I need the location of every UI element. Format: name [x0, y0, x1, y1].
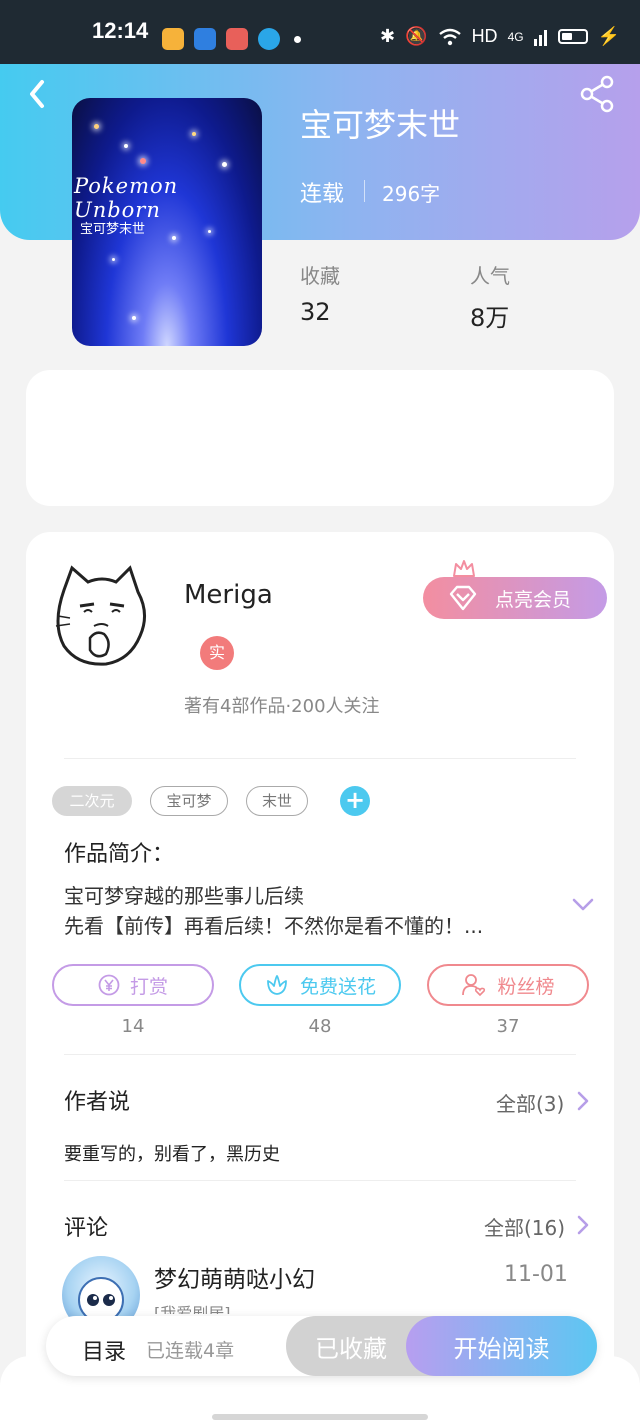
comments-title: 评论 [64, 1216, 109, 1241]
signal-label: 4G [507, 29, 524, 44]
divider [64, 758, 576, 759]
home-indicator[interactable] [212, 1414, 428, 1420]
start-reading-label: 开始阅读 [453, 1334, 550, 1363]
user-heart-icon [462, 974, 486, 997]
game-icon [226, 28, 248, 50]
tip-count: 14 [121, 1016, 145, 1037]
share-button[interactable] [578, 74, 618, 114]
stat-popularity-value: 8万 [470, 304, 510, 332]
cover-title: Pokemon Unborn [74, 174, 179, 222]
stat-favorites-label: 收藏 [300, 264, 340, 288]
status-bar: 12:14 ✱ 🔕 HD 4G ⚡ [0, 0, 640, 64]
intro-title: 作品简介： [64, 842, 175, 867]
author-note: 要重写的，别看了，黑历史 [64, 1144, 280, 1165]
book-status: 连载 [300, 182, 345, 207]
network-label: HD [471, 26, 498, 46]
status-right: ✱ 🔕 HD 4G ⚡ [380, 26, 620, 47]
comment-date: 11-01 [504, 1262, 568, 1287]
flower-count: 48 [308, 1016, 332, 1037]
send-flower-label: 免费送花 [299, 975, 376, 998]
mute-icon: 🔕 [405, 26, 428, 46]
chevron-down-icon[interactable] [570, 892, 596, 918]
add-tag-button[interactable]: + [340, 786, 370, 816]
intro-line: 先看【前传】再看后续！不然你是看不懂的！... [64, 914, 484, 938]
chevron-right-icon[interactable] [576, 1214, 590, 1236]
divider [364, 180, 365, 202]
comment-tag: [我爱剧居] [154, 1304, 231, 1314]
signal-icon [533, 29, 547, 46]
intro-line: 宝可梦穿越的那些事儿后续 [64, 884, 304, 908]
catalog-button[interactable]: 目录 [82, 1334, 126, 1366]
tag-chip[interactable]: 二次元 [52, 786, 132, 816]
fan-ranking-button[interactable]: 粉丝榜 [427, 964, 589, 1006]
send-flower-button[interactable]: 免费送花 [239, 964, 401, 1006]
word-count: 296字 [382, 182, 441, 206]
empty-card [26, 370, 614, 506]
divider [64, 1054, 576, 1055]
cover-subtitle: 宝可梦末世 [80, 222, 146, 237]
back-button[interactable] [20, 74, 60, 114]
notification-dot [294, 36, 301, 43]
tip-label: 打赏 [129, 975, 168, 998]
qq-icon [258, 28, 280, 50]
browser-icon [194, 28, 216, 50]
weibo-icon [162, 28, 184, 50]
battery-icon [557, 29, 588, 44]
fan-ranking-label: 粉丝榜 [497, 975, 555, 998]
start-reading-button[interactable]: 开始阅读 [406, 1316, 597, 1376]
collected-label: 已收藏 [315, 1334, 387, 1363]
stat-favorites-value: 32 [300, 298, 331, 326]
fan-count: 37 [496, 1016, 520, 1037]
commenter-name[interactable]: 梦幻萌萌哒小幻 [154, 1260, 315, 1294]
divider [64, 1180, 576, 1181]
author-avatar[interactable] [50, 560, 154, 668]
comments-more[interactable]: 全部(16) [484, 1212, 565, 1241]
bluetooth-icon: ✱ [380, 26, 396, 46]
author-name[interactable]: Meriga [184, 580, 273, 610]
vip-button-label: 点亮会员 [495, 588, 572, 611]
tip-button[interactable]: 打赏 [52, 964, 214, 1006]
book-title: 宝可梦末世 [300, 106, 461, 144]
author-says-title: 作者说 [64, 1090, 131, 1115]
crown-icon [453, 560, 475, 577]
chevron-right-icon[interactable] [576, 1090, 590, 1112]
tag-chip[interactable]: 宝可梦 [150, 786, 228, 816]
charging-icon: ⚡ [597, 26, 620, 46]
status-time: 12:14 [92, 18, 149, 43]
tag-chip[interactable]: 末世 [246, 786, 308, 816]
wifi-icon [438, 28, 461, 45]
flower-icon [267, 975, 287, 995]
author-meta: 著有4部作品·200人关注 [184, 696, 380, 717]
author-says-more[interactable]: 全部(3) [496, 1088, 564, 1117]
verified-badge: 实 [200, 636, 234, 670]
diamond-icon [449, 585, 477, 611]
yen-icon [98, 974, 120, 996]
stat-popularity-label: 人气 [470, 264, 510, 288]
book-cover[interactable]: Pokemon Unborn 宝可梦末世 [72, 98, 262, 346]
chapter-count: 已连载4章 [146, 1340, 235, 1362]
